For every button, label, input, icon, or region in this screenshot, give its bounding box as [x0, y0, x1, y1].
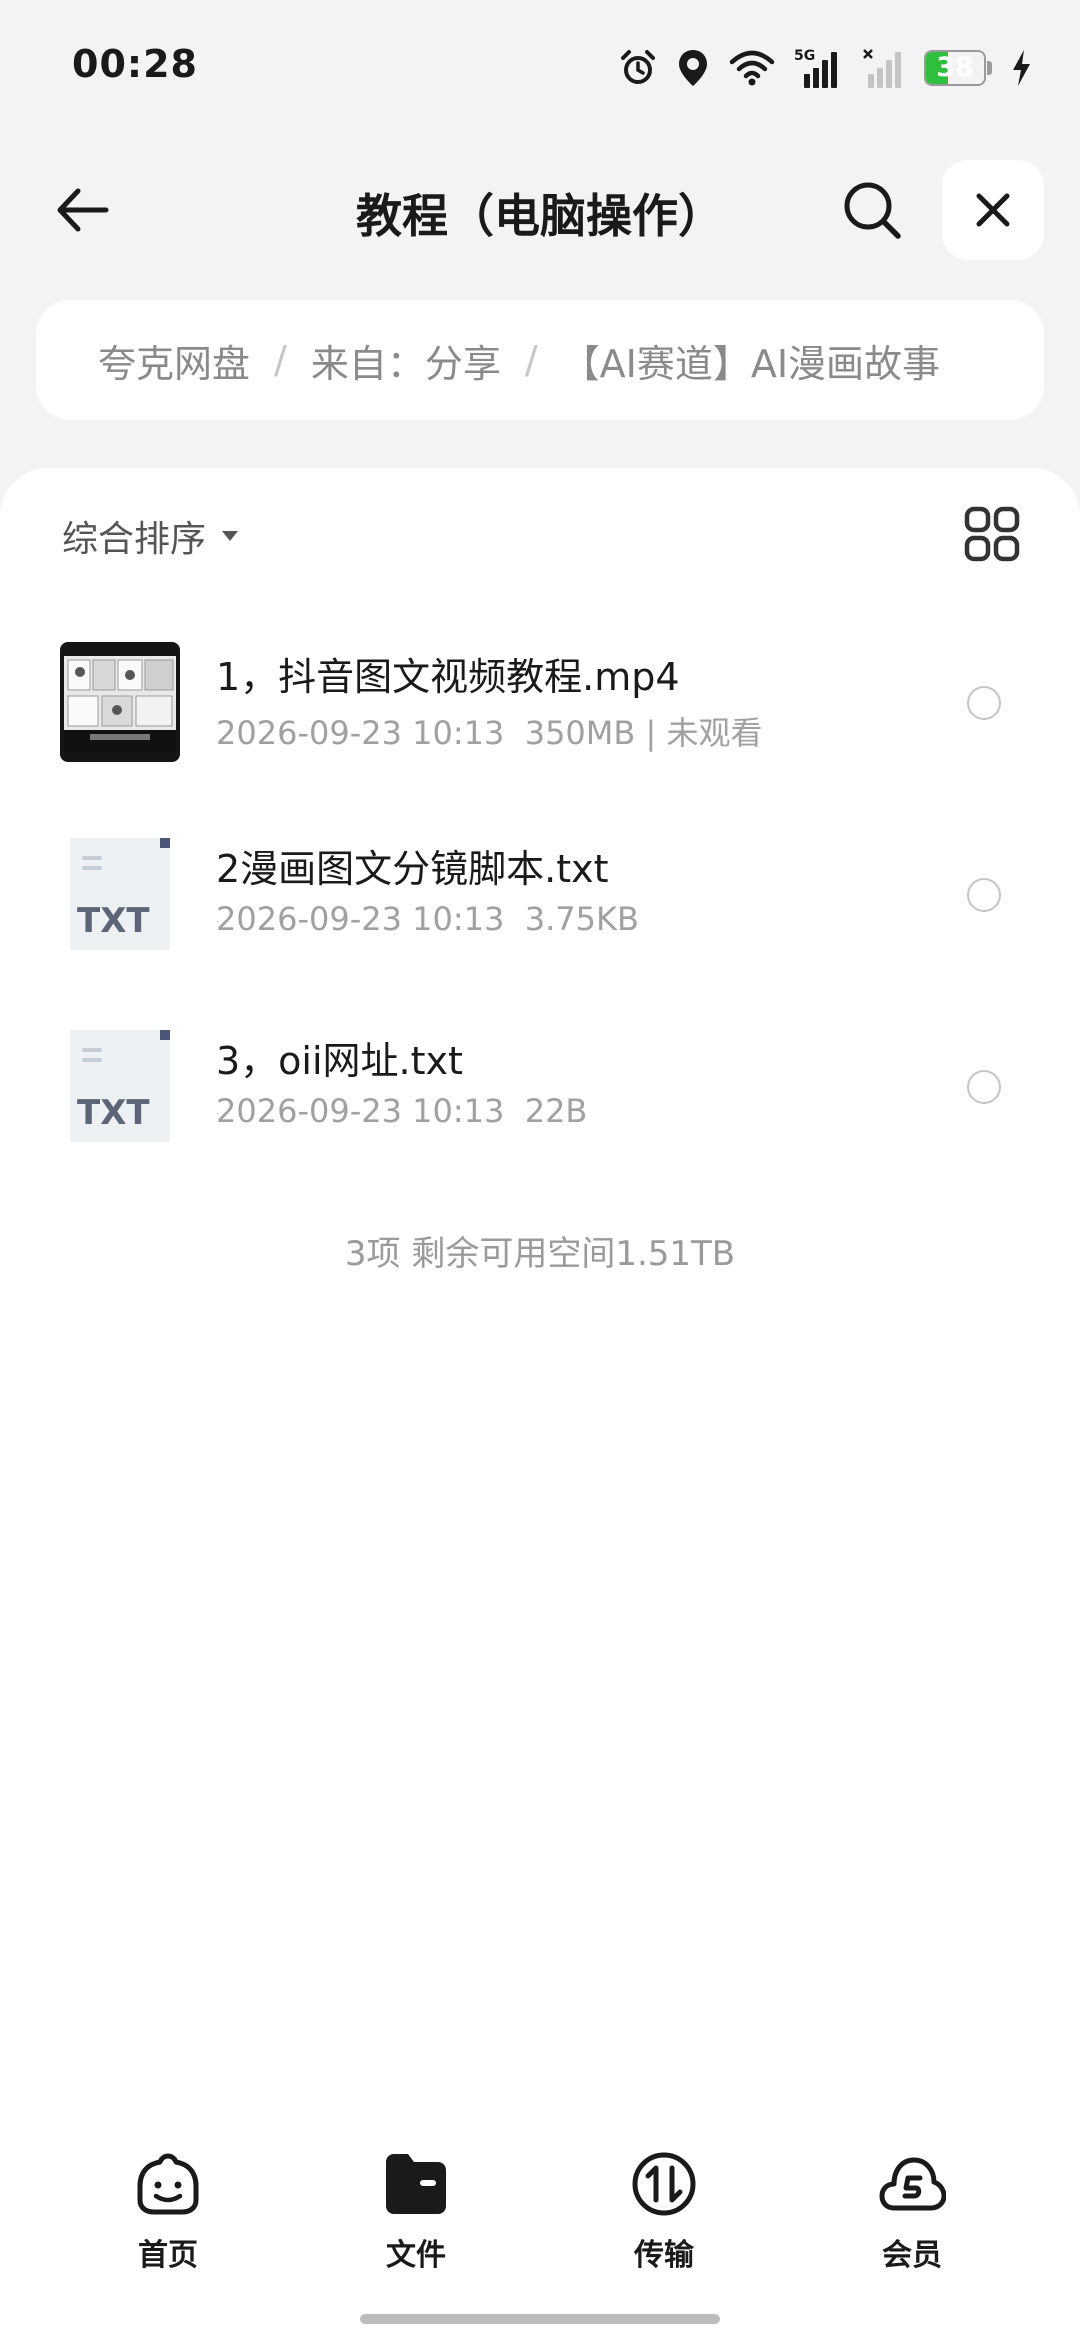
smiley-home-icon — [137, 2153, 199, 2215]
top-app-bar: 教程（电脑操作） — [0, 150, 1080, 270]
file-meta: 2026-09-23 10:13 22B — [216, 1092, 587, 1130]
txt-label: TXT — [77, 901, 150, 941]
file-row[interactable]: TXT 3，oii网址.txt 2026-09-23 10:13 22B — [0, 990, 1080, 1182]
nav-label: 首页 — [138, 2238, 198, 2273]
select-radio[interactable] — [967, 686, 1001, 720]
file-row[interactable]: 1，抖音图文视频教程.mp4 2026-09-23 10:13 350MB | … — [0, 606, 1080, 798]
file-name: 2漫画图文分镜脚本.txt — [216, 847, 609, 891]
alarm-icon — [621, 50, 655, 84]
folder-icon — [386, 2154, 446, 2214]
page-title: 教程（电脑操作） — [356, 189, 724, 243]
file-list-panel: 综合排序 1，抖音图文视频教程.mp4 2026-09-23 10:13 350… — [0, 468, 1080, 2344]
nav-label: 传输 — [634, 2238, 694, 2273]
file-meta: 2026-09-23 10:13 3.75KB — [216, 900, 639, 938]
wifi-icon — [729, 50, 775, 86]
file-date: 2026-09-23 10:13 — [216, 1092, 505, 1130]
breadcrumb-separator: / — [274, 338, 287, 382]
sort-dropdown[interactable]: 综合排序 — [62, 510, 240, 562]
nav-label: 会员 — [882, 2238, 942, 2273]
transfer-icon — [632, 2152, 696, 2216]
txt-file-icon: TXT — [70, 838, 170, 950]
file-meta: 2026-09-23 10:13 350MB | 未观看 — [216, 714, 763, 752]
caret-down-icon — [222, 531, 239, 541]
search-icon — [844, 182, 901, 239]
file-size: 3.75KB — [524, 900, 639, 938]
file-date: 2026-09-23 10:13 — [216, 714, 505, 752]
bottom-nav: 首页 文件 传输 会员 — [0, 2130, 1080, 2273]
watch-status: 未观看 — [666, 714, 763, 752]
battery-indicator: 38 — [924, 50, 992, 86]
breadcrumb-item-share[interactable]: 来自：分享 — [311, 333, 501, 388]
search-button[interactable] — [830, 168, 914, 252]
file-size: 350MB — [524, 714, 636, 752]
network-label: 5G — [794, 48, 815, 64]
storage-summary: 3项 剩余可用空间1.51TB — [344, 1234, 736, 1274]
file-name: 3，oii网址.txt — [216, 1039, 463, 1083]
nav-item-files[interactable]: 文件 — [336, 2150, 496, 2280]
txt-label: TXT — [77, 1093, 150, 1133]
close-button[interactable] — [942, 160, 1044, 260]
breadcrumb-separator: / — [524, 338, 538, 382]
status-bar: 00:28 5G 38 — [0, 0, 1080, 130]
cloud-member-icon — [879, 2157, 946, 2211]
file-size: 22B — [524, 1092, 588, 1130]
sort-label: 综合排序 — [62, 519, 207, 560]
nav-label: 文件 — [386, 2238, 446, 2273]
home-indicator[interactable] — [360, 2314, 720, 2324]
battery-level: 38 — [936, 52, 974, 83]
close-icon — [976, 193, 1010, 227]
grid-view-icon[interactable] — [964, 506, 1020, 562]
select-radio[interactable] — [967, 878, 1001, 912]
breadcrumb: 夸克网盘 / 来自：分享 / 【AI赛道】AI漫画故事 — [36, 300, 1044, 420]
select-radio[interactable] — [967, 1070, 1001, 1104]
nav-item-home[interactable]: 首页 — [88, 2150, 248, 2280]
breadcrumb-item-folder[interactable]: 【AI赛道】AI漫画故事 — [562, 333, 940, 388]
breadcrumb-item-root[interactable]: 夸克网盘 — [98, 333, 250, 388]
signal-5g-icon: 5G — [794, 48, 837, 88]
file-date: 2026-09-23 10:13 — [216, 900, 505, 938]
charging-icon — [1013, 50, 1030, 86]
status-time: 00:28 — [72, 42, 198, 86]
location-icon — [679, 50, 707, 86]
nav-item-transfer[interactable]: 传输 — [584, 2150, 744, 2280]
nav-item-member[interactable]: 会员 — [832, 2150, 992, 2280]
video-thumbnail — [60, 642, 180, 762]
signal-2-icon — [863, 49, 901, 88]
status-icons: 5G 38 — [618, 44, 1032, 92]
file-name: 1，抖音图文视频教程.mp4 — [216, 655, 680, 699]
txt-file-icon: TXT — [70, 1030, 170, 1142]
file-row[interactable]: TXT 2漫画图文分镜脚本.txt 2026-09-23 10:13 3.75K… — [0, 798, 1080, 990]
